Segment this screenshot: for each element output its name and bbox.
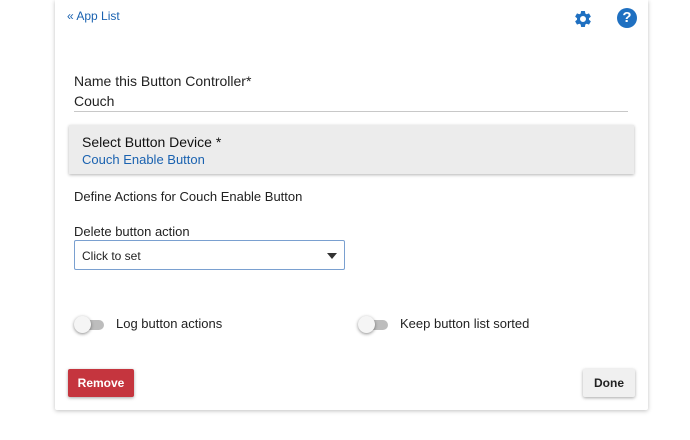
delete-action-label: Delete button action bbox=[74, 224, 190, 239]
app-card: « App List ? Name this Button Controller… bbox=[55, 0, 648, 410]
name-label: Name this Button Controller* bbox=[74, 73, 252, 89]
toggle-knob bbox=[358, 316, 375, 333]
help-icon[interactable]: ? bbox=[617, 8, 637, 28]
app-list-link[interactable]: « App List bbox=[67, 9, 120, 23]
define-actions-text: Define Actions for Couch Enable Button bbox=[74, 189, 303, 204]
delete-action-select[interactable]: Click to set bbox=[74, 240, 345, 270]
device-value-link[interactable]: Couch Enable Button bbox=[82, 152, 205, 167]
done-button[interactable]: Done bbox=[583, 369, 635, 397]
gear-icon[interactable] bbox=[573, 9, 593, 29]
keep-sorted-label: Keep button list sorted bbox=[400, 316, 530, 331]
remove-button[interactable]: Remove bbox=[68, 369, 134, 397]
select-value: Click to set bbox=[82, 249, 141, 263]
toggle-knob bbox=[74, 316, 91, 333]
log-actions-toggle[interactable] bbox=[74, 316, 104, 333]
log-actions-label: Log button actions bbox=[116, 316, 223, 331]
select-device-panel[interactable]: Select Button Device * Couch Enable Butt… bbox=[69, 125, 634, 174]
name-input[interactable]: Couch bbox=[74, 93, 628, 112]
caret-down-icon bbox=[327, 253, 337, 259]
keep-sorted-toggle[interactable] bbox=[358, 316, 388, 333]
device-title: Select Button Device * bbox=[82, 134, 222, 150]
